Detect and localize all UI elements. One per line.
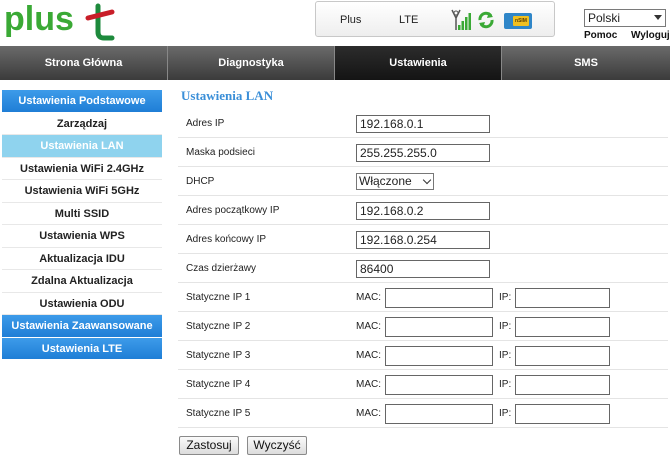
tab-sms[interactable]: SMS bbox=[502, 46, 670, 80]
dhcp-label: DHCP bbox=[186, 176, 215, 187]
network-technology: LTE bbox=[399, 14, 419, 26]
start-ip-label: Adres początkowy IP bbox=[186, 205, 280, 216]
sidebar-item-lan-settings[interactable]: Ustawienia LAN bbox=[2, 135, 162, 158]
mac-label: MAC: bbox=[356, 321, 381, 332]
ip-label: IP: bbox=[499, 321, 512, 332]
dhcp-selected-value: Włączone bbox=[359, 174, 412, 188]
tab-home[interactable]: Strona Główna bbox=[0, 46, 168, 80]
form-row: Adres końcowy IP 192.168.0.254 bbox=[178, 225, 668, 254]
static-ip-label: Statyczne IP 2 bbox=[186, 321, 251, 332]
lease-time-label: Czas dzierżawy bbox=[186, 263, 257, 274]
chevron-down-icon bbox=[422, 175, 432, 185]
chevron-down-icon bbox=[654, 15, 662, 20]
static-ip-5-mac-input[interactable] bbox=[385, 404, 493, 424]
start-ip-input[interactable]: 192.168.0.2 bbox=[356, 202, 490, 220]
signal-bars-icon bbox=[451, 9, 471, 30]
sidebar-item-advanced-settings[interactable]: Ustawienia Zaawansowane bbox=[2, 315, 162, 338]
dhcp-select[interactable]: Włączone bbox=[356, 173, 434, 190]
logo-text: plus bbox=[4, 2, 74, 38]
tab-settings[interactable]: Ustawienia bbox=[335, 46, 502, 80]
mac-label: MAC: bbox=[356, 350, 381, 361]
static-ip-label: Statyczne IP 3 bbox=[186, 350, 251, 361]
clear-button[interactable]: Wyczyść bbox=[247, 436, 307, 455]
sidebar-item-lte-settings[interactable]: Ustawienia LTE bbox=[2, 337, 162, 360]
form-row: Adres IP 192.168.0.1 bbox=[178, 109, 668, 138]
sidebar-item-wps[interactable]: Ustawienia WPS bbox=[2, 225, 162, 248]
sidebar-item-basic-settings[interactable]: Ustawienia Podstawowe bbox=[2, 90, 162, 113]
static-ip-row: Statyczne IP 2 MAC: IP: bbox=[178, 312, 668, 341]
tab-diagnostics[interactable]: Diagnostyka bbox=[168, 46, 335, 80]
sidebar-item-wifi-24[interactable]: Ustawienia WiFi 2.4GHz bbox=[2, 157, 162, 180]
ip-address-input[interactable]: 192.168.0.1 bbox=[356, 115, 490, 133]
static-ip-5-ip-input[interactable] bbox=[515, 404, 610, 424]
ip-label: IP: bbox=[499, 350, 512, 361]
form-row: Czas dzierżawy 86400 bbox=[178, 254, 668, 283]
static-ip-row: Statyczne IP 4 MAC: IP: bbox=[178, 370, 668, 399]
lease-time-input[interactable]: 86400 bbox=[356, 260, 490, 278]
subnet-mask-input[interactable]: 255.255.255.0 bbox=[356, 144, 490, 162]
ip-label: IP: bbox=[499, 379, 512, 390]
static-ip-1-mac-input[interactable] bbox=[385, 288, 493, 308]
static-ip-4-mac-input[interactable] bbox=[385, 375, 493, 395]
static-ip-label: Statyczne IP 1 bbox=[186, 292, 251, 303]
logout-link[interactable]: Wyloguj bbox=[631, 30, 670, 41]
sidebar-item-manage[interactable]: Zarządzaj bbox=[2, 112, 162, 135]
ip-label: IP: bbox=[499, 408, 512, 419]
static-ip-label: Statyczne IP 4 bbox=[186, 379, 251, 390]
static-ip-label: Statyczne IP 5 bbox=[186, 408, 251, 419]
sim-card-icon: nSIM bbox=[504, 13, 532, 29]
ip-address-label: Adres IP bbox=[186, 118, 225, 129]
static-ip-2-ip-input[interactable] bbox=[515, 317, 610, 337]
form-row: Maska podsieci 255.255.255.0 bbox=[178, 138, 668, 167]
language-selected-value: Polski bbox=[588, 11, 621, 25]
help-link[interactable]: Pomoc bbox=[584, 30, 617, 41]
end-ip-input[interactable]: 192.168.0.254 bbox=[356, 231, 490, 249]
main-navigation: Strona Główna Diagnostyka Ustawienia SMS bbox=[0, 46, 670, 80]
static-ip-row: Statyczne IP 1 MAC: IP: bbox=[178, 283, 668, 312]
sidebar-item-idu-update[interactable]: Aktualizacja IDU bbox=[2, 247, 162, 270]
page-title: Ustawienia LAN bbox=[181, 88, 274, 103]
static-ip-3-ip-input[interactable] bbox=[515, 346, 610, 366]
sidebar-item-odu-settings[interactable]: Ustawienia ODU bbox=[2, 292, 162, 315]
static-ip-4-ip-input[interactable] bbox=[515, 375, 610, 395]
static-ip-3-mac-input[interactable] bbox=[385, 346, 493, 366]
sidebar-item-remote-update[interactable]: Zdalna Aktualizacja bbox=[2, 270, 162, 293]
mac-label: MAC: bbox=[356, 379, 381, 390]
sidebar-item-wifi-5[interactable]: Ustawienia WiFi 5GHz bbox=[2, 180, 162, 203]
mac-label: MAC: bbox=[356, 408, 381, 419]
form-row: Adres początkowy IP 192.168.0.2 bbox=[178, 196, 668, 225]
static-ip-2-mac-input[interactable] bbox=[385, 317, 493, 337]
plus-logo-mark-icon bbox=[85, 3, 115, 41]
static-ip-1-ip-input[interactable] bbox=[515, 288, 610, 308]
refresh-icon[interactable] bbox=[476, 10, 496, 30]
subnet-mask-label: Maska podsieci bbox=[186, 147, 255, 158]
apply-button[interactable]: Zastosuj bbox=[179, 436, 239, 455]
connection-status-panel: Plus LTE nSIM bbox=[315, 1, 555, 37]
end-ip-label: Adres końcowy IP bbox=[186, 234, 267, 245]
sim-chip-label: nSIM bbox=[513, 16, 529, 26]
ip-label: IP: bbox=[499, 292, 512, 303]
operator-name: Plus bbox=[340, 14, 362, 26]
plus-logo: plus bbox=[2, 0, 122, 42]
form-row: DHCP Włączone bbox=[178, 167, 668, 196]
lan-settings-form: Adres IP 192.168.0.1 Maska podsieci 255.… bbox=[178, 109, 668, 428]
sidebar-item-multi-ssid[interactable]: Multi SSID bbox=[2, 202, 162, 225]
settings-sidebar: Ustawienia Podstawowe Zarządzaj Ustawien… bbox=[2, 90, 162, 360]
static-ip-row: Statyczne IP 5 MAC: IP: bbox=[178, 399, 668, 428]
static-ip-row: Statyczne IP 3 MAC: IP: bbox=[178, 341, 668, 370]
mac-label: MAC: bbox=[356, 292, 381, 303]
language-select[interactable]: Polski bbox=[584, 9, 666, 27]
